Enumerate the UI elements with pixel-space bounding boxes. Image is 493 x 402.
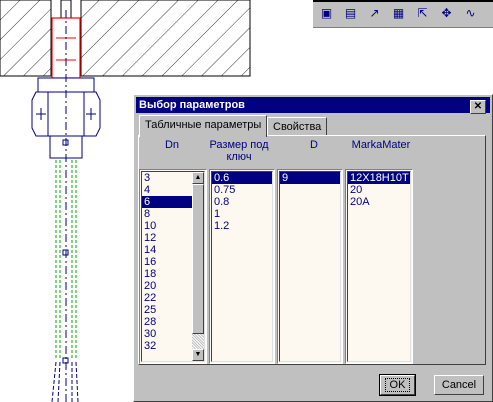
close-icon: ✕ [473,101,483,112]
close-button[interactable]: ✕ [470,100,486,114]
tab-label: Свойства [273,121,322,133]
key-size-listbox[interactable]: 0.6 0.75 0.8 1 1.2 [209,169,275,364]
list-item[interactable]: 1 [212,208,272,220]
dialog-title: Выбор параметров [139,99,245,111]
scroll-thumb[interactable] [192,184,204,334]
list-item[interactable]: 12X18H10T [348,172,410,184]
marka-mater-list: 12X18H10T 20 20A [347,171,411,362]
tab-properties[interactable]: Свойства [267,117,328,136]
key-size-list: 0.6 0.75 0.8 1 1.2 [211,171,273,362]
dn-list: 3 4 6 8 10 12 14 16 18 20 22 25 28 30 32 ▲ ▼ [141,171,205,362]
ok-button[interactable]: OK [379,374,416,396]
document-icon[interactable]: ▦ [390,4,407,21]
move-icon[interactable]: ✥ [438,4,455,21]
list-item[interactable]: 20A [348,196,410,208]
column-header-marka-mater: MarkaMater [351,139,411,151]
dialog-titlebar[interactable]: Выбор параметров ✕ [136,97,490,114]
pipe-end [51,361,57,402]
column-header-dn: Dn [164,139,180,151]
parameter-dialog: Выбор параметров ✕ Табличные параметры С… [133,94,493,402]
column-header-d: D [310,139,318,151]
list-item[interactable]: 0.8 [212,196,272,208]
d-list: 9 [279,171,341,362]
pipe-end [75,361,79,402]
list-items: 12X18H10T 20 20A [348,172,410,208]
toolbar: ▣ ▤ ↗ ▦ ⇱ ✥ ∿ [313,0,493,28]
dn-listbox[interactable]: 3 4 6 8 10 12 14 16 18 20 22 25 28 30 32 ▲ ▼ [139,169,207,364]
tab-table-params[interactable]: Табличные параметры [139,115,268,137]
list-item[interactable]: 0.75 [212,184,272,196]
pipe-end [57,361,61,402]
tab-label: Табличные параметры [145,119,262,131]
scroll-up-button[interactable]: ▲ [192,172,204,184]
hatched-housing-left [0,0,52,77]
d-listbox[interactable]: 9 [277,169,343,364]
save-icon[interactable]: ▣ [318,4,335,21]
list-items: 9 [280,172,340,184]
toolbar-edge [313,0,493,2]
marka-mater-listbox[interactable]: 12X18H10T 20 20A [345,169,413,364]
cancel-label: Cancel [441,379,477,391]
cancel-button[interactable]: Cancel [434,375,484,395]
select-icon[interactable]: ⇱ [414,4,431,21]
list-items: 0.6 0.75 0.8 1 1.2 [212,172,272,232]
scrollbar[interactable]: ▲ ▼ [192,172,204,361]
list-item[interactable]: 20 [348,184,410,196]
hatched-housing-right [80,0,251,77]
table-icon[interactable]: ▤ [342,4,359,21]
list-item[interactable]: 0.6 [212,172,272,184]
scroll-down-button[interactable]: ▼ [192,349,204,361]
list-item[interactable]: 1.2 [212,220,272,232]
ok-label: OK [384,378,411,392]
chart-icon[interactable]: ↗ [366,4,383,21]
column-header-key-size: Размер под ключ [209,139,269,163]
list-item[interactable]: 9 [280,172,340,184]
curve-icon[interactable]: ∿ [462,4,479,21]
